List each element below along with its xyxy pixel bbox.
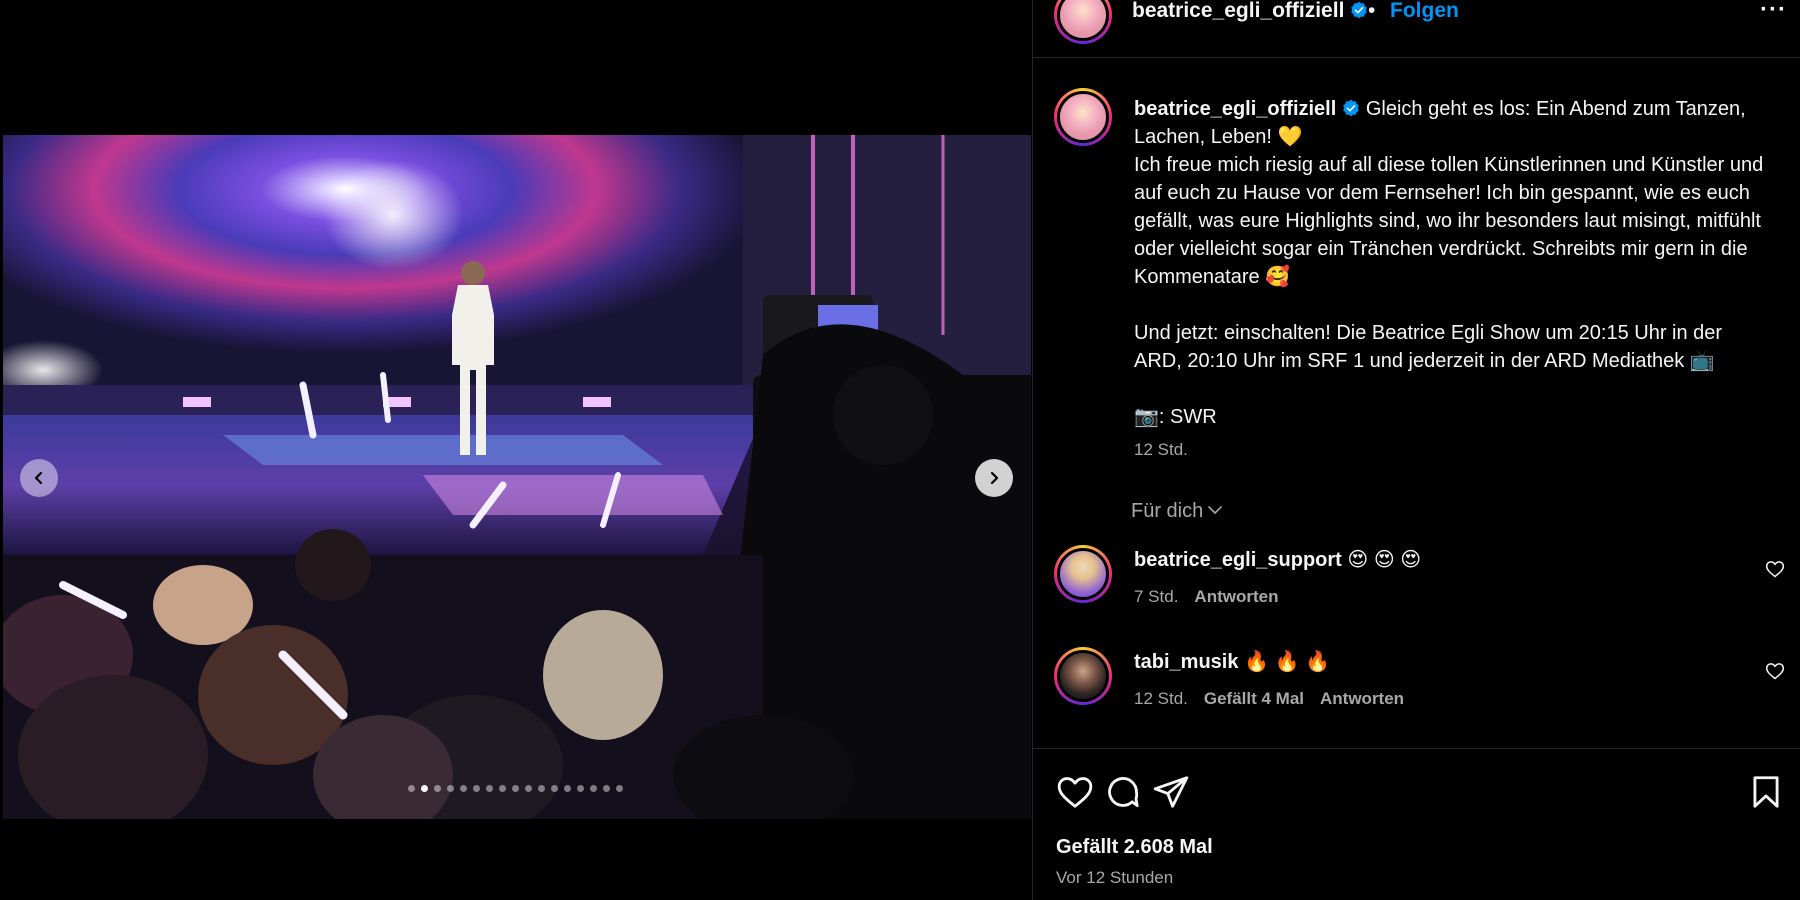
comment-line: tabi_musik 🔥 🔥 🔥 xyxy=(1134,649,1330,674)
next-slide-button[interactable] xyxy=(975,459,1013,497)
reply-button[interactable]: Antworten xyxy=(1194,587,1278,606)
comment-time: 12 Std. xyxy=(1134,689,1188,708)
commenter-avatar[interactable] xyxy=(1054,647,1112,705)
carousel-dot xyxy=(564,785,571,792)
likes-count[interactable]: Gefällt 2.608 Mal xyxy=(1056,836,1213,859)
verified-badge-icon xyxy=(1343,99,1360,117)
caption-text: Gleich geht es los: Ein Abend zum Tanzen… xyxy=(1134,98,1764,428)
post-media xyxy=(0,0,1031,900)
comment-text: 🔥 🔥 🔥 xyxy=(1244,651,1330,673)
commenter-username-link[interactable]: tabi_musik xyxy=(1134,651,1238,673)
share-icon[interactable] xyxy=(1152,773,1190,811)
carousel-dot xyxy=(603,785,610,792)
comment-icon[interactable] xyxy=(1104,773,1142,811)
separator-dot: • xyxy=(1368,0,1376,22)
comments-sort-label: Für dich xyxy=(1131,500,1204,522)
carousel-indicator xyxy=(0,785,1031,792)
author-username-link[interactable]: beatrice_egli_offiziell xyxy=(1132,0,1368,23)
carousel-dot xyxy=(616,785,623,792)
carousel-dot xyxy=(590,785,597,792)
carousel-dot xyxy=(525,785,532,792)
comments-sort-dropdown[interactable]: Für dich xyxy=(1131,500,1223,523)
verified-badge-icon xyxy=(1351,1,1368,19)
chevron-left-icon xyxy=(34,471,43,485)
comment-like-icon[interactable] xyxy=(1765,559,1785,579)
author-avatar[interactable] xyxy=(1054,0,1112,44)
carousel-dot xyxy=(473,785,480,792)
post-header: beatrice_egli_offiziell • Folgen ··· xyxy=(1033,0,1800,58)
carousel-dot xyxy=(577,785,584,792)
carousel-dot xyxy=(551,785,558,792)
carousel-dot xyxy=(486,785,493,792)
chevron-right-icon xyxy=(990,471,999,485)
carousel-dot xyxy=(460,785,467,792)
post-caption: beatrice_egli_offiziell Gleich geht es l… xyxy=(1134,95,1774,431)
reply-button[interactable]: Antworten xyxy=(1320,689,1404,708)
comment-item: tabi_musik 🔥 🔥 🔥 12 Std. Gefällt 4 Mal Ant… xyxy=(1033,647,1800,737)
more-options-icon[interactable]: ··· xyxy=(1760,0,1787,24)
post-photo[interactable] xyxy=(3,135,1031,819)
carousel-dot xyxy=(447,785,454,792)
carousel-dot xyxy=(408,785,415,792)
bookmark-icon[interactable] xyxy=(1747,773,1785,811)
comment-line: beatrice_egli_support 😍 😍 😍 xyxy=(1134,547,1421,572)
carousel-dot xyxy=(421,785,428,792)
carousel-dot xyxy=(499,785,506,792)
comment-time: 7 Std. xyxy=(1134,587,1179,606)
comment-item: beatrice_egli_support 😍 😍 😍 7 Std. Antwor… xyxy=(1033,545,1800,635)
carousel-dot xyxy=(512,785,519,792)
comment-meta: 7 Std. Antworten xyxy=(1134,587,1294,607)
carousel-dot xyxy=(434,785,441,792)
commenter-avatar[interactable] xyxy=(1054,545,1112,603)
comment-likes-link[interactable]: Gefällt 4 Mal xyxy=(1204,689,1304,708)
heart-icon[interactable] xyxy=(1056,773,1094,811)
comment-text: 😍 😍 😍 xyxy=(1347,549,1422,571)
post-sidebar: beatrice_egli_offiziell • Folgen ··· bea… xyxy=(1032,0,1800,900)
carousel-dot xyxy=(538,785,545,792)
chevron-down-icon xyxy=(1208,506,1223,514)
commenter-username-link[interactable]: beatrice_egli_support xyxy=(1134,549,1342,571)
follow-button[interactable]: Folgen xyxy=(1390,0,1459,23)
post-timestamp: Vor 12 Stunden xyxy=(1056,868,1174,887)
comment-meta: 12 Std. Gefällt 4 Mal Antworten xyxy=(1134,689,1420,709)
comment-like-icon[interactable] xyxy=(1765,661,1785,681)
caption-timestamp[interactable]: 12 Std. xyxy=(1134,440,1188,460)
previous-slide-button[interactable] xyxy=(20,459,58,497)
caption-author-avatar[interactable] xyxy=(1054,88,1112,146)
caption-username-link[interactable]: beatrice_egli_offiziell xyxy=(1134,98,1360,120)
post-actions: Gefällt 2.608 Mal Vor 12 Stunden xyxy=(1033,748,1800,900)
